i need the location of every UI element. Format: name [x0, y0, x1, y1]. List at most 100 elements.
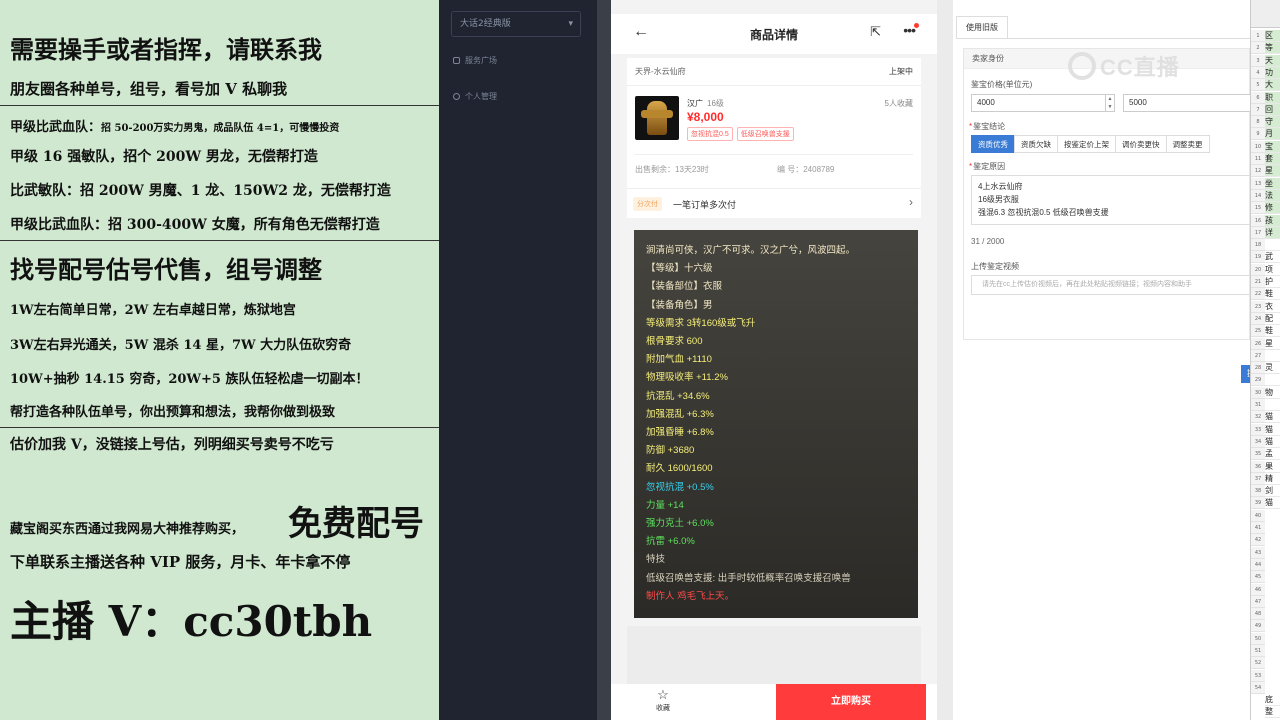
row-number: 29 — [1251, 374, 1265, 387]
notification-dot — [914, 23, 919, 28]
sheet-cell[interactable] — [1265, 239, 1280, 252]
sidebar-item-service-plaza[interactable]: 服务广场 — [453, 55, 497, 66]
sheet-cell[interactable]: 守 — [1265, 116, 1280, 129]
sheet-cell[interactable]: 果 — [1265, 461, 1280, 473]
price-max-input[interactable]: 5000 — [1123, 94, 1251, 112]
sheet-cell[interactable]: 坐 — [1265, 177, 1280, 190]
attribute-row: 加强混乱 +6.3% — [646, 408, 714, 420]
sheet-cell[interactable]: 物 — [1265, 387, 1280, 399]
sheet-cell[interactable]: 大 — [1265, 79, 1280, 92]
conclusion-option[interactable]: 资质欠缺 — [1014, 135, 1058, 153]
overlay-line: 下单联系主播送各种 VIP 服务，月卡、年卡拿不停 — [10, 553, 351, 571]
sheet-cell[interactable]: 精 — [1265, 473, 1280, 485]
row-number: 2 — [1251, 42, 1265, 55]
sheet-cell[interactable]: 等 — [1265, 42, 1280, 55]
video-link-input[interactable]: 请先在cc上传估价视频后，再在此处粘贴视频链接；视频内容和助手 — [971, 275, 1261, 295]
row-number: 12 — [1251, 165, 1265, 178]
sheet-cell[interactable]: 整 — [1265, 706, 1280, 718]
price-min-input[interactable]: 4000 ▲ ▼ — [971, 94, 1115, 112]
divider — [0, 240, 439, 241]
sheet-cell[interactable] — [1265, 374, 1280, 387]
sheet-cell[interactable]: 项 — [1265, 264, 1280, 276]
sheet-cell[interactable]: 回 — [1265, 103, 1280, 116]
form-panel: 卖家身份 鉴宝价格(单位元) 4000 ▲ ▼ 5000 *鉴宝结论 资质优秀 资… — [963, 48, 1261, 383]
row-number: 27 — [1251, 349, 1265, 362]
sheet-cell[interactable] — [1265, 399, 1280, 411]
row-number: 3 — [1251, 54, 1265, 67]
overlay-line: 甲级比武血队：招 300-400W 女魔，所有角色无偿帮打造 — [10, 217, 380, 233]
attribute-row: 忽视抗混 +0.5% — [646, 481, 714, 493]
row-number: 34 — [1251, 435, 1265, 448]
sheet-cell[interactable]: 猫 — [1265, 424, 1280, 436]
sheet-cell[interactable]: 武 — [1265, 251, 1280, 264]
row-number: 11 — [1251, 153, 1265, 165]
sheet-cell[interactable]: 套 — [1265, 153, 1280, 165]
sheet-cell[interactable]: 鞋 — [1265, 288, 1280, 301]
content-spacer — [627, 626, 921, 684]
sheet-cell[interactable]: 猫 — [1265, 436, 1280, 448]
sheet-cell[interactable]: 鞋 — [1265, 325, 1280, 338]
spreadsheet-panel: 1 2 3 4 5 6 7 8 9 10 11 12 13 14 15 16 17 18 19 20 21 22 23 24 2… — [1250, 0, 1280, 720]
game-select[interactable]: 大话2经典版 ▾ — [451, 11, 581, 37]
sheet-cell[interactable] — [1265, 350, 1280, 362]
row-number: 10 — [1251, 140, 1265, 153]
favorite-button[interactable]: ☆ 收藏 — [643, 687, 683, 713]
conclusion-option[interactable]: 资质优秀 — [971, 135, 1015, 153]
conclusion-option[interactable]: 调价卖更快 — [1115, 135, 1167, 153]
sheet-cell[interactable]: 修 — [1265, 202, 1280, 215]
sheet-cell[interactable]: 职 — [1265, 91, 1280, 104]
sheet-cell[interactable]: 星 — [1265, 165, 1280, 178]
sidebar-item-personal[interactable]: 个人管理 — [453, 91, 497, 102]
sheet-cell[interactable]: 底 — [1265, 694, 1280, 706]
sheet-cell[interactable]: 护 — [1265, 276, 1280, 288]
sheet-cell[interactable]: 配 — [1265, 313, 1280, 325]
price-min-value: 4000 — [977, 98, 995, 107]
sheet-cell[interactable]: 详 — [1265, 226, 1280, 239]
sheet-cell[interactable]: 宝 — [1265, 140, 1280, 153]
overlay-line: 帮打造各种队伍单号，你出预算和想法，我帮你做到极致 — [10, 405, 336, 420]
item-thumbnail[interactable] — [635, 96, 679, 140]
buy-now-button[interactable]: 立即购买 — [776, 684, 926, 720]
reason-textarea[interactable]: 4上水云仙府 16级男衣服 强混6.3 忽视抗混0.5 低级召唤兽支援 — [971, 175, 1261, 225]
row-number: 22 — [1251, 288, 1265, 301]
conclusion-option[interactable]: 按鉴定价上架 — [1057, 135, 1116, 153]
sheet-cell[interactable]: 天 — [1265, 54, 1280, 67]
bottom-bar: ☆ 收藏 立即购买 — [611, 684, 937, 720]
row-number: 23 — [1251, 300, 1265, 313]
stepper-icon[interactable]: ▲ ▼ — [1105, 95, 1114, 111]
appraisal-form: 使用旧版 卖家身份 鉴宝价格(单位元) 4000 ▲ ▼ 5000 *鉴宝结论 资… — [953, 0, 1261, 720]
sheet-cell[interactable]: 剑 — [1265, 485, 1280, 498]
sheet-cell[interactable]: 法 — [1265, 189, 1280, 202]
sheet-cell[interactable]: 功 — [1265, 66, 1280, 79]
admin-sidebar: 大话2经典版 ▾ 服务广场 个人管理 — [439, 0, 597, 720]
sheet-cell[interactable]: 孩 — [1265, 214, 1280, 227]
share-icon[interactable]: ⇱ — [870, 24, 881, 40]
row-number: 24 — [1251, 312, 1265, 325]
row-number: 19 — [1251, 251, 1265, 264]
sheet-cell[interactable]: 猫 — [1265, 411, 1280, 424]
overlay-line: 需要操手或者指挥，请联系我 — [10, 35, 322, 64]
sheet-cell[interactable]: 区 — [1265, 30, 1280, 42]
sheet-cell[interactable]: 猫 — [1265, 497, 1280, 510]
screen: 需要操手或者指挥，请联系我 朋友圈各种单号，组号，看号加 V 私聊我 甲级比武血… — [0, 0, 1280, 720]
sheet-cell[interactable]: 灵 — [1265, 362, 1280, 375]
sheet-cell[interactable]: 月 — [1265, 128, 1280, 141]
attribute-row: 【装备部位】衣服 — [646, 281, 723, 293]
item-price: ¥8,000 — [687, 110, 724, 124]
row-number: 54 — [1251, 681, 1265, 694]
overlay-line: 估价加我 V，没链接上号估，列明细买号卖号不吃亏 — [10, 437, 334, 453]
sheet-cell[interactable]: 衣 — [1265, 301, 1280, 313]
conclusion-option[interactable]: 调整卖更 — [1165, 135, 1210, 153]
row-number: 49 — [1251, 620, 1265, 633]
row-number: 40 — [1251, 509, 1265, 522]
attribute-row: 防御 +3680 — [646, 445, 695, 457]
row-number: 41 — [1251, 522, 1265, 534]
tab-old-version[interactable]: 使用旧版 — [956, 16, 1008, 38]
row-number: 52 — [1251, 657, 1265, 670]
row-number: 46 — [1251, 583, 1265, 596]
installment-row[interactable]: 分次付 一笔订单多次付 › — [627, 188, 921, 218]
sheet-cell[interactable]: 孟 — [1265, 448, 1280, 461]
window-gap — [597, 0, 611, 720]
sheet-cell[interactable]: 星 — [1265, 338, 1280, 350]
attribute-row: 等级需求 3转160级或飞升 — [646, 317, 756, 329]
